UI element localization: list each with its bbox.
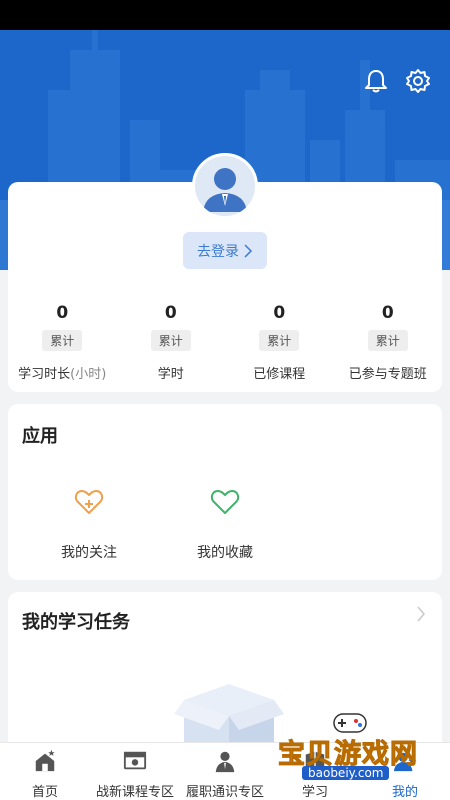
user-avatar-icon[interactable] [192, 153, 258, 219]
stat-badge: 累计 [42, 330, 83, 351]
status-bar [0, 0, 450, 30]
my-follows-button[interactable]: 我的关注 [34, 486, 144, 562]
stat-label: 已参与专题班 [348, 367, 427, 382]
stat-value: 0 [56, 303, 69, 323]
stat-credit-hours: 0 累计 学时 [117, 300, 226, 390]
my-favorites-button[interactable]: 我的收藏 [170, 486, 280, 562]
watermark-logo: 宝贝游戏网 baobeiy.com [276, 708, 426, 788]
apps-section-title: 应用 [22, 426, 58, 447]
tasks-section-title: 我的学习任务 [22, 612, 130, 633]
login-button-label: 去登录 [197, 243, 239, 260]
heart-icon [210, 490, 240, 514]
app-label: 我的收藏 [197, 545, 253, 561]
stat-label: 学习时长(小时) [18, 367, 107, 382]
stat-value: 0 [164, 303, 177, 323]
home-icon [35, 749, 55, 772]
stat-label: 学时 [157, 367, 184, 382]
stats-row: 0 累计 学习时长(小时) 0 累计 学时 0 累计 已修课程 0 累计 已参与… [8, 300, 442, 390]
tab-label: 首页 [31, 785, 58, 800]
gear-icon[interactable] [405, 68, 431, 94]
app-label: 我的关注 [61, 545, 117, 561]
person-icon [215, 751, 235, 773]
tab-label: 履职通识专区 [185, 785, 264, 800]
tab-home[interactable]: 首页 [0, 743, 90, 800]
stat-badge: 累计 [367, 330, 408, 351]
stat-label: 已修课程 [253, 367, 306, 382]
apps-card: 应用 我的关注 我的收藏 [8, 404, 442, 580]
stat-study-hours: 0 累计 学习时长(小时) [8, 300, 117, 390]
stat-completed-courses: 0 累计 已修课程 [225, 300, 334, 390]
heart-plus-icon [74, 490, 104, 514]
chevron-right-icon[interactable] [416, 606, 426, 622]
stat-special-classes: 0 累计 已参与专题班 [334, 300, 443, 390]
tab-label: 战新课程专区 [95, 785, 174, 800]
video-course-icon [123, 751, 147, 770]
chevron-right-icon [244, 243, 253, 258]
stat-value: 0 [273, 303, 286, 323]
bell-icon[interactable] [363, 68, 389, 94]
stat-badge: 累计 [259, 330, 300, 351]
stat-value: 0 [381, 303, 394, 323]
tab-general-knowledge[interactable]: 履职通识专区 [180, 743, 270, 800]
watermark-url: baobeiy.com [302, 766, 390, 780]
tab-new-courses[interactable]: 战新课程专区 [90, 743, 180, 800]
stat-badge: 累计 [150, 330, 191, 351]
login-button[interactable]: 去登录 [183, 232, 267, 269]
